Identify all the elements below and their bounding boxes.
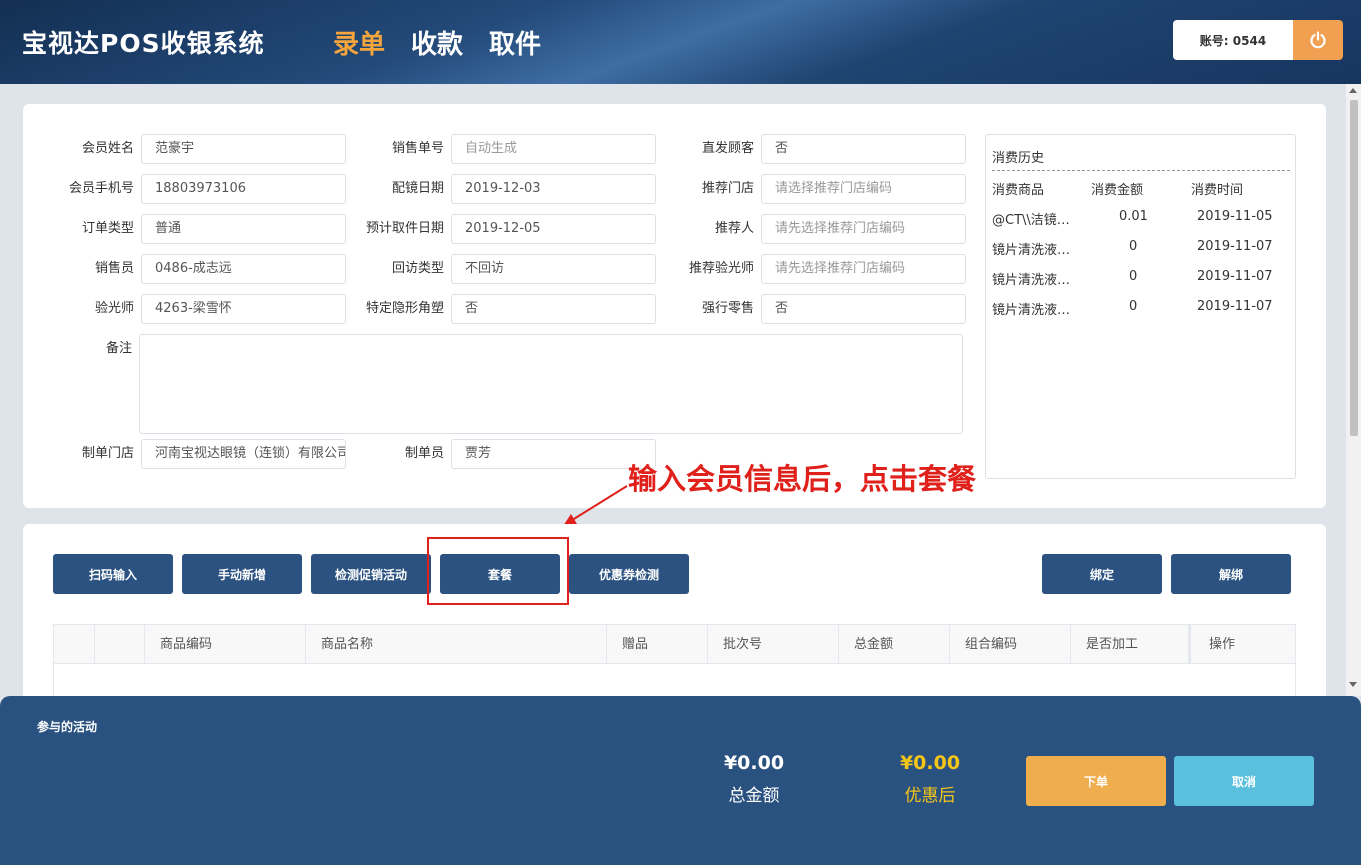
app-title: 宝视达POS收银系统: [22, 29, 265, 58]
order-maker-label: 制单员: [404, 446, 444, 461]
page-scrollbar[interactable]: [1346, 84, 1361, 696]
member-phone-field[interactable]: 18803973106: [141, 174, 346, 204]
total-amount: ¥0.00: [723, 752, 785, 774]
order-store-field[interactable]: 河南宝视达眼镜（连锁）有限公司: [141, 439, 346, 469]
table-header: 商品编码 商品名称 赠品 批次号 总金额 组合编码 是否加工 操作: [54, 625, 1295, 664]
order-summary-bar: 参与的活动 ¥0.00 总金额 ¥0.00 优惠后 下单 取消: [0, 696, 1361, 865]
member-name-label: 会员姓名: [81, 141, 134, 156]
history-col-time: 消费时间: [1191, 183, 1244, 198]
history-divider: [992, 170, 1290, 171]
nav-item-entry[interactable]: 录单: [333, 24, 385, 61]
tutorial-annotation: 输入会员信息后，点击套餐: [628, 462, 977, 496]
forced-retail-label: 强行零售: [701, 301, 754, 316]
unbind-button[interactable]: 解绑: [1171, 554, 1291, 594]
optometrist-label: 验光师: [94, 301, 134, 316]
table-col-total: 总金额: [839, 625, 950, 664]
order-maker-field[interactable]: 贾芳: [451, 439, 656, 469]
order-items-table: 商品编码 商品名称 赠品 批次号 总金额 组合编码 是否加工 操作: [53, 624, 1296, 704]
activity-label: 参与的活动: [37, 720, 98, 734]
history-row-time: 2019-11-07: [1197, 269, 1273, 284]
pickup-date-field[interactable]: 2019-12-05: [451, 214, 656, 244]
remarks-label: 备注: [105, 341, 132, 356]
pickup-date-label: 预计取件日期: [365, 221, 444, 236]
recommend-store-field[interactable]: 请选择推荐门店编码: [761, 174, 966, 204]
table-col-checkbox[interactable]: [54, 625, 95, 664]
history-col-amount: 消费金额: [1091, 183, 1144, 198]
history-row-item: @CT\\洁镜…: [992, 213, 1070, 228]
history-col-item: 消费商品: [992, 183, 1045, 198]
order-type-select[interactable]: 普通: [141, 214, 346, 244]
discounted-amount-label: 优惠后: [904, 786, 956, 806]
history-row-amount: 0.01: [1119, 209, 1148, 224]
scroll-thumb[interactable]: [1350, 100, 1358, 436]
recommend-store-label: 推荐门店: [701, 181, 754, 196]
member-phone-label: 会员手机号: [68, 181, 134, 196]
detect-promo-button[interactable]: 检测促销活动: [311, 554, 431, 594]
fitting-date-field[interactable]: 2019-12-03: [451, 174, 656, 204]
table-col-actions: 操作: [1209, 637, 1236, 652]
package-highlight-box: [427, 537, 569, 605]
consumption-history-panel: 消费历史 消费商品 消费金额 消费时间 @CT\\洁镜… 0.01 2019-1…: [985, 134, 1296, 479]
member-name-field[interactable]: 范豪宇: [141, 134, 346, 164]
top-header-bar: 宝视达POS收银系统 录单 收款 取件 账号: 0544: [0, 0, 1361, 84]
sales-no-field[interactable]: 自动生成: [451, 134, 656, 164]
recommend-optometrist-field[interactable]: 请先选择推荐门店编码: [761, 254, 966, 284]
scroll-down-icon[interactable]: [1349, 682, 1357, 687]
recommend-optometrist-label: 推荐验光师: [688, 261, 754, 276]
sales-no-label: 销售单号: [391, 141, 444, 156]
forced-retail-select[interactable]: 否: [761, 294, 966, 324]
order-store-label: 制单门店: [81, 446, 134, 461]
optometrist-select[interactable]: 4263-梁雪怀: [141, 294, 346, 324]
history-row-item: 镜片清洗液…: [992, 303, 1071, 318]
revisit-type-select[interactable]: 不回访: [451, 254, 656, 284]
remarks-textarea[interactable]: [139, 334, 963, 434]
coupon-check-button[interactable]: 优惠券检测: [569, 554, 689, 594]
revisit-type-label: 回访类型: [391, 261, 444, 276]
recommender-label: 推荐人: [714, 221, 754, 236]
salesperson-label: 销售员: [94, 261, 134, 276]
history-row-amount: 0: [1129, 269, 1138, 284]
direct-ship-label: 直发顾客: [701, 141, 754, 156]
order-type-label: 订单类型: [81, 221, 134, 236]
salesperson-select[interactable]: 0486-成志远: [141, 254, 346, 284]
table-col-gift: 赠品: [607, 625, 708, 664]
table-col-index: [95, 625, 145, 664]
history-row-time: 2019-11-07: [1197, 239, 1273, 254]
scan-input-button[interactable]: 扫码输入: [53, 554, 173, 594]
power-icon: [1310, 31, 1326, 49]
history-row-item: 镜片清洗液…: [992, 243, 1071, 258]
history-row-amount: 0: [1129, 299, 1138, 314]
main-nav: 录单 收款 取件: [333, 24, 541, 61]
table-col-product-name: 商品名称: [306, 625, 607, 664]
nav-item-pickup[interactable]: 取件: [489, 24, 541, 61]
history-row-time: 2019-11-07: [1197, 299, 1273, 314]
bind-button[interactable]: 绑定: [1042, 554, 1162, 594]
annotation-arrow-icon: [563, 485, 628, 526]
total-amount-label: 总金额: [728, 786, 780, 806]
table-col-batch-no: 批次号: [708, 625, 839, 664]
nav-item-payment[interactable]: 收款: [411, 24, 463, 61]
history-row-time: 2019-11-05: [1197, 209, 1273, 224]
scroll-up-icon[interactable]: [1349, 88, 1357, 93]
recommender-field[interactable]: 请先选择推荐门店编码: [761, 214, 966, 244]
cancel-button[interactable]: 取消: [1174, 756, 1314, 806]
discounted-amount: ¥0.00: [899, 752, 961, 774]
manual-add-button[interactable]: 手动新增: [182, 554, 302, 594]
history-title: 消费历史: [992, 151, 1045, 166]
table-col-processing: 是否加工: [1071, 625, 1191, 664]
account-display: 账号: 0544: [1173, 20, 1293, 60]
special-lens-label: 特定隐形角塑: [365, 301, 444, 316]
history-row-item: 镜片清洗液…: [992, 273, 1071, 288]
table-col-product-code: 商品编码: [145, 625, 306, 664]
direct-ship-select[interactable]: 否: [761, 134, 966, 164]
special-lens-select[interactable]: 否: [451, 294, 656, 324]
logout-button[interactable]: [1293, 20, 1343, 60]
table-col-combo-code: 组合编码: [950, 625, 1071, 664]
submit-order-button[interactable]: 下单: [1026, 756, 1166, 806]
fitting-date-label: 配镜日期: [391, 181, 444, 196]
history-row-amount: 0: [1129, 239, 1138, 254]
